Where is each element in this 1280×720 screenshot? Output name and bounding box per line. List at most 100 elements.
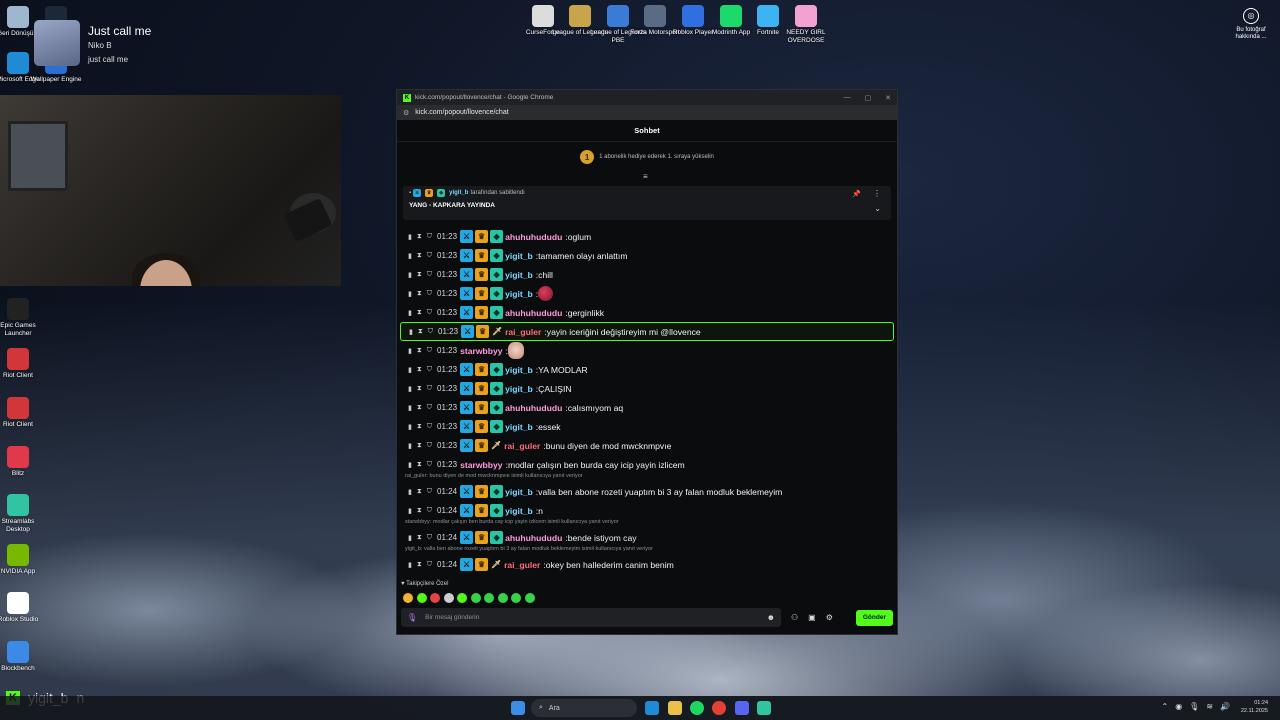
pin-message-icon[interactable]: ▮ xyxy=(408,290,412,298)
chat-message[interactable]: ▮ ⧗ ⛉ 01:23 ⚔ ♛ ◆ yigit_b: YA MODLAR xyxy=(400,360,894,379)
site-settings-icon[interactable]: ⚙ xyxy=(403,109,409,117)
pin-message-icon[interactable]: ▮ xyxy=(408,347,412,355)
settings-icon[interactable]: ⚙ xyxy=(826,613,833,622)
pin-message-icon[interactable]: ▮ xyxy=(409,328,413,336)
gift-leaderboard[interactable]: 1 1 abonelik hediye ederek 1. sıraya yük… xyxy=(397,142,897,172)
ban-icon[interactable]: ⛉ xyxy=(427,442,432,450)
chat-message[interactable]: ▮ ⧗ ⛉ 01:24 ⚔ ♛ 🗡 rai_guler: okey ben hallederi… xyxy=(400,555,894,574)
timeout-icon[interactable]: ⧗ xyxy=(417,252,422,260)
start-icon[interactable] xyxy=(511,701,525,715)
message-username[interactable]: yigit_b xyxy=(505,422,533,432)
timeout-icon[interactable]: ⧗ xyxy=(417,366,422,374)
ban-icon[interactable]: ⛉ xyxy=(427,488,432,496)
timeout-icon[interactable]: ⧗ xyxy=(417,507,422,515)
ban-icon[interactable]: ⛉ xyxy=(427,423,432,431)
desktop-icon[interactable]: Riot Client xyxy=(0,397,46,429)
message-username[interactable]: rai_guler xyxy=(504,560,540,570)
message-username[interactable]: ahuhuhududu xyxy=(505,308,562,318)
chat-message[interactable]: ▮ ⧗ ⛉ 01:23 ⚔ ♛ ◆ ahuhuhududu: calısmıyom aq xyxy=(400,398,894,417)
chat-message[interactable]: ▮ ⧗ ⛉ 01:24 ⚔ ♛ ◆ yigit_b: n xyxy=(400,501,894,520)
timeout-icon[interactable]: ⧗ xyxy=(417,347,422,355)
chat-message[interactable]: ▮ ⧗ ⛉ 01:23 ⚔ ♛ ◆ yigit_b: xyxy=(400,284,894,303)
message-username[interactable]: yigit_b xyxy=(505,365,533,375)
ban-icon[interactable]: ⛉ xyxy=(427,561,432,569)
ban-icon[interactable]: ⛉ xyxy=(427,233,432,241)
ban-icon[interactable]: ⛉ xyxy=(427,252,432,260)
message-username[interactable]: ahuhuhududu xyxy=(505,533,562,543)
message-username[interactable]: ahuhuhududu xyxy=(505,403,562,413)
chat-message[interactable]: ▮ ⧗ ⛉ 01:23 ⚔ ♛ ◆ ahuhuhududu: oglum xyxy=(400,227,894,246)
desktop-icon[interactable]: NEEDY GIRL OVERDOSE xyxy=(778,5,834,45)
chevron-down-icon[interactable]: ⌄ xyxy=(874,204,881,213)
address-bar[interactable]: ⚙ kick.com/popout/llovence/chat xyxy=(397,105,897,120)
timeout-icon[interactable]: ⧗ xyxy=(417,461,422,469)
desktop-icon[interactable]: Blockbench xyxy=(0,641,46,673)
message-username[interactable]: yigit_b xyxy=(505,251,533,261)
app-tray-icon[interactable]: ◉ xyxy=(1175,702,1182,711)
message-username[interactable]: ahuhuhududu xyxy=(505,232,562,242)
message-username[interactable]: yigit_b xyxy=(505,270,533,280)
message-username[interactable]: rai_guler xyxy=(505,327,541,337)
emote-icon[interactable] xyxy=(443,593,454,603)
chat-message[interactable]: ▮ ⧗ ⛉ 01:23 ⚔ ♛ 🗡 rai_guler: yayin iceriğini de… xyxy=(400,322,894,341)
microphone-tray-icon[interactable]: 🎙 xyxy=(1189,702,1199,711)
emote-icon[interactable] xyxy=(416,593,427,603)
desktop-icon[interactable]: Blitz xyxy=(0,446,46,478)
message-username[interactable]: yigit_b xyxy=(505,487,533,497)
desktop-icon[interactable]: NVIDIA App xyxy=(0,544,46,576)
pin-message-icon[interactable]: ▮ xyxy=(408,534,412,542)
desktop-icon[interactable]: Riot Client xyxy=(0,348,46,380)
pin-message-icon[interactable]: ▮ xyxy=(408,461,412,469)
minimize-icon[interactable]: — xyxy=(844,94,851,102)
edge-taskbar-icon[interactable] xyxy=(645,701,659,715)
ban-icon[interactable]: ⛉ xyxy=(427,404,432,412)
timeout-icon[interactable]: ⧗ xyxy=(417,233,422,241)
microphone-icon[interactable]: 🎙 xyxy=(407,613,417,622)
clock[interactable]: 01:24 22.11.2025 xyxy=(1241,699,1268,715)
message-username[interactable]: rai_guler xyxy=(504,441,540,451)
message-username[interactable]: yigit_b xyxy=(505,384,533,394)
desktop-icon[interactable]: Epic Games Launcher xyxy=(0,298,46,338)
pin-message-icon[interactable]: ▮ xyxy=(408,309,412,317)
message-username[interactable]: starwbbyy xyxy=(460,346,503,356)
ban-icon[interactable]: ⛉ xyxy=(427,461,432,469)
emote-icon[interactable] xyxy=(470,593,481,603)
users-icon[interactable]: ⚇ xyxy=(791,613,798,622)
timeout-icon[interactable]: ⧗ xyxy=(417,534,422,542)
expand-leaderboard-icon[interactable]: ≡ xyxy=(643,172,648,181)
send-button[interactable]: Gönder xyxy=(855,609,893,626)
pin-message-icon[interactable]: ▮ xyxy=(408,385,412,393)
emoji-picker-icon[interactable]: ☻ xyxy=(767,613,775,622)
chat-message[interactable]: ▮ ⧗ ⛉ 01:23 starwbbyy: modlar çalışın ben bu… xyxy=(400,455,894,474)
ban-icon[interactable]: ⛉ xyxy=(427,507,432,515)
timeout-icon[interactable]: ⧗ xyxy=(417,271,422,279)
ban-icon[interactable]: ⛉ xyxy=(427,366,432,374)
chat-message[interactable]: ▮ ⧗ ⛉ 01:23 ⚔ ♛ 🗡 rai_guler: bunu diyen de mod … xyxy=(400,436,894,455)
chat-message[interactable]: ▮ ⧗ ⛉ 01:24 ⚔ ♛ ◆ ahuhuhududu: bende istiyom ca… xyxy=(400,528,894,547)
chat-message[interactable]: ▮ ⧗ ⛉ 01:23 ⚔ ♛ ◆ yigit_b: tamamen olayı anlatt… xyxy=(400,246,894,265)
timeout-icon[interactable]: ⧗ xyxy=(417,488,422,496)
photo-info-button[interactable]: ◎ Bu fotoğraf hakkında ... xyxy=(1230,8,1272,41)
timeout-icon[interactable]: ⧗ xyxy=(417,385,422,393)
pin-message-icon[interactable]: ▮ xyxy=(408,423,412,431)
chrome-icon[interactable] xyxy=(712,701,726,715)
message-username[interactable]: starwbbyy xyxy=(460,460,503,470)
pin-message-icon[interactable]: ▮ xyxy=(408,507,412,515)
spotify-icon[interactable] xyxy=(690,701,704,715)
chat-message[interactable]: ▮ ⧗ ⛉ 01:23 ⚔ ♛ ◆ yigit_b: chill xyxy=(400,265,894,284)
ban-icon[interactable]: ⛉ xyxy=(427,534,432,542)
emote-icon[interactable] xyxy=(403,593,413,603)
pin-message-icon[interactable]: ▮ xyxy=(408,252,412,260)
pin-message-icon[interactable]: ▮ xyxy=(408,366,412,374)
emote-icon[interactable] xyxy=(511,593,521,603)
close-icon[interactable]: ✕ xyxy=(885,94,891,102)
desktop-icon[interactable]: Streamlabs Desktop xyxy=(0,494,46,534)
desktop-icon[interactable]: Roblox Studio xyxy=(0,592,46,624)
reply-context[interactable]: rai_guler: bunu diyen de mod mwcknmpvıe … xyxy=(405,473,583,479)
pinned-message[interactable]: ▪ ⚔ ♛ ◆ yigit_b tarafından sabitlendi YA… xyxy=(403,186,891,220)
emote-icon[interactable] xyxy=(524,593,535,603)
chat-message[interactable]: ▮ ⧗ ⛉ 01:23 ⚔ ♛ ◆ yigit_b: essek xyxy=(400,417,894,436)
ban-icon[interactable]: ⛉ xyxy=(427,385,432,393)
ban-icon[interactable]: ⛉ xyxy=(427,309,432,317)
timeout-icon[interactable]: ⧗ xyxy=(418,328,423,336)
